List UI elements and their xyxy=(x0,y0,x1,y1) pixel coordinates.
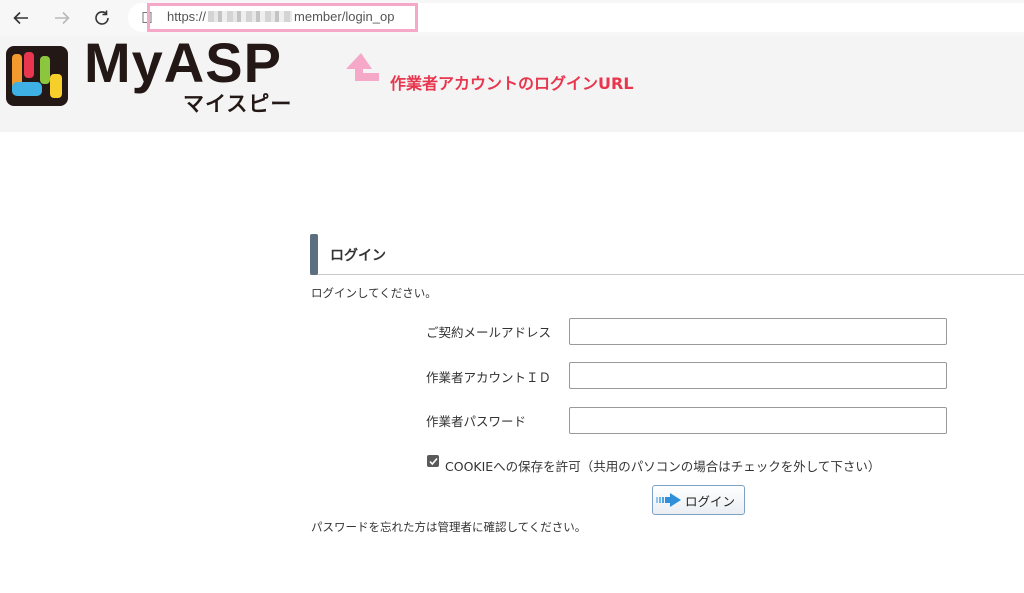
email-label: ご契約メールアドレス xyxy=(426,325,552,340)
login-url-annotation: 作業者アカウントのログインURL xyxy=(390,74,634,93)
login-button-label: ログイン xyxy=(685,493,736,509)
myasp-logo-icon xyxy=(6,46,68,106)
reload-icon xyxy=(95,10,109,25)
cookie-label[interactable]: COOKIEへの保存を許可（共用のパソコンの場合はチェックを外して下さい） xyxy=(445,456,880,475)
reload-button[interactable] xyxy=(90,6,114,30)
login-title: ログイン xyxy=(330,248,386,264)
url-highlight-box xyxy=(147,3,418,32)
cookie-checkbox-box[interactable] xyxy=(427,455,439,467)
forgot-password-text: パスワードを忘れた方は管理者に確認してください。 xyxy=(311,520,587,534)
up-arrow-icon xyxy=(346,53,379,81)
back-button[interactable] xyxy=(9,6,33,30)
section-accent-bar xyxy=(310,234,318,275)
login-arrow-icon xyxy=(656,493,681,507)
email-field[interactable] xyxy=(569,318,947,345)
login-button[interactable]: ログイン xyxy=(652,485,745,515)
password-label: 作業者パスワード xyxy=(426,414,527,429)
forward-arrow-icon xyxy=(55,11,70,25)
login-section-header: ログイン xyxy=(310,234,1024,275)
password-field[interactable] xyxy=(569,407,947,434)
brand-katakana: マイスピー xyxy=(183,92,293,116)
account-id-label: 作業者アカウントＩＤ xyxy=(426,370,552,385)
account-id-field[interactable] xyxy=(569,362,947,389)
login-intro-text: ログインしてください。 xyxy=(311,286,437,300)
back-arrow-icon xyxy=(13,11,28,25)
brand-name: MyASP xyxy=(84,31,282,94)
checkmark-icon xyxy=(428,457,438,465)
cookie-checkbox[interactable] xyxy=(427,452,439,470)
forward-button[interactable] xyxy=(50,6,74,30)
